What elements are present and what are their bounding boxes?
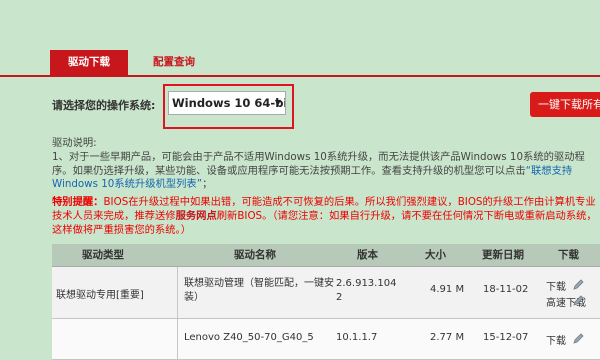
header-version: 版本 [357,249,378,261]
row-name: Lenovo Z40_50-70_G40_5 [184,332,314,343]
download-all-button[interactable]: 一键下载所有 [530,92,600,117]
tab-config-query[interactable]: 配置查询 [138,50,210,75]
row-version: 10.1.1.7 [336,332,378,343]
row-size: 2.77 M [430,332,465,343]
column-divider [177,267,178,318]
header-date: 更新日期 [482,249,524,261]
table-row: 联想驱动专用[重要] 联想驱动管理（智能匹配，一键安装） 2.6.913.104… [52,267,600,319]
download-link[interactable]: 下载 [546,278,566,293]
os-select[interactable]: Windows 10 64-bi ▼ [168,91,286,115]
os-select-label: 请选择您的操作系统: [52,99,156,112]
pencil-icon[interactable] [573,294,585,306]
column-divider [177,319,178,359]
row-date: 18-11-02 [483,284,529,295]
row-type: 联想驱动专用[重要] [56,290,144,301]
download-link[interactable]: 下载 [546,332,566,347]
driver-notes-end: ； [202,178,213,191]
row-size: 4.91 M [430,284,465,295]
table-header: 驱动类型 驱动名称 版本 大小 更新日期 下载 [52,244,600,267]
row-version: 2.6.913.1042 [336,278,397,303]
driver-notes: 驱动说明: 1、对于一些早期产品，可能会由于产品不适用Windows 10系统升… [52,137,600,192]
tab-bar: 驱动下载 配置查询 [0,50,600,77]
pencil-icon[interactable] [573,278,585,290]
table-row: Lenovo Z40_50-70_G40_5 10.1.1.7 2.77 M 1… [52,319,600,360]
dropdown-arrow-icon: ▼ [274,98,281,107]
row-name: 联想驱动管理（智能匹配，一键安装） [184,278,334,303]
driver-notes-title: 驱动说明: [52,137,97,149]
driver-notes-body: 1、对于一些早期产品，可能会由于产品不适用Windows 10系统升级，而无法提… [52,151,600,192]
row-date: 15-12-07 [483,332,529,343]
os-select-value: Windows 10 64-bi [172,96,286,110]
warning-label: 特别提醒： [52,196,104,208]
header-download: 下载 [558,249,579,261]
header-size: 大小 [425,249,446,261]
header-type: 驱动类型 [82,249,124,261]
special-warning: 特别提醒：BIOS在升级过程中如果出错，可能造成不可恢复的后果。所以我们强烈建议… [52,195,600,238]
service-outlet-link[interactable]: 服务网点 [176,210,217,222]
driver-notes-text: 1、对于一些早期产品，可能会由于产品不适用Windows 10系统升级，而无法提… [52,150,585,177]
tab-driver-download[interactable]: 驱动下载 [50,50,128,75]
pencil-icon[interactable] [573,332,585,344]
driver-table: 驱动类型 驱动名称 版本 大小 更新日期 下载 联想驱动专用[重要] 联想驱动管… [52,244,600,360]
header-name: 驱动名称 [234,249,276,261]
